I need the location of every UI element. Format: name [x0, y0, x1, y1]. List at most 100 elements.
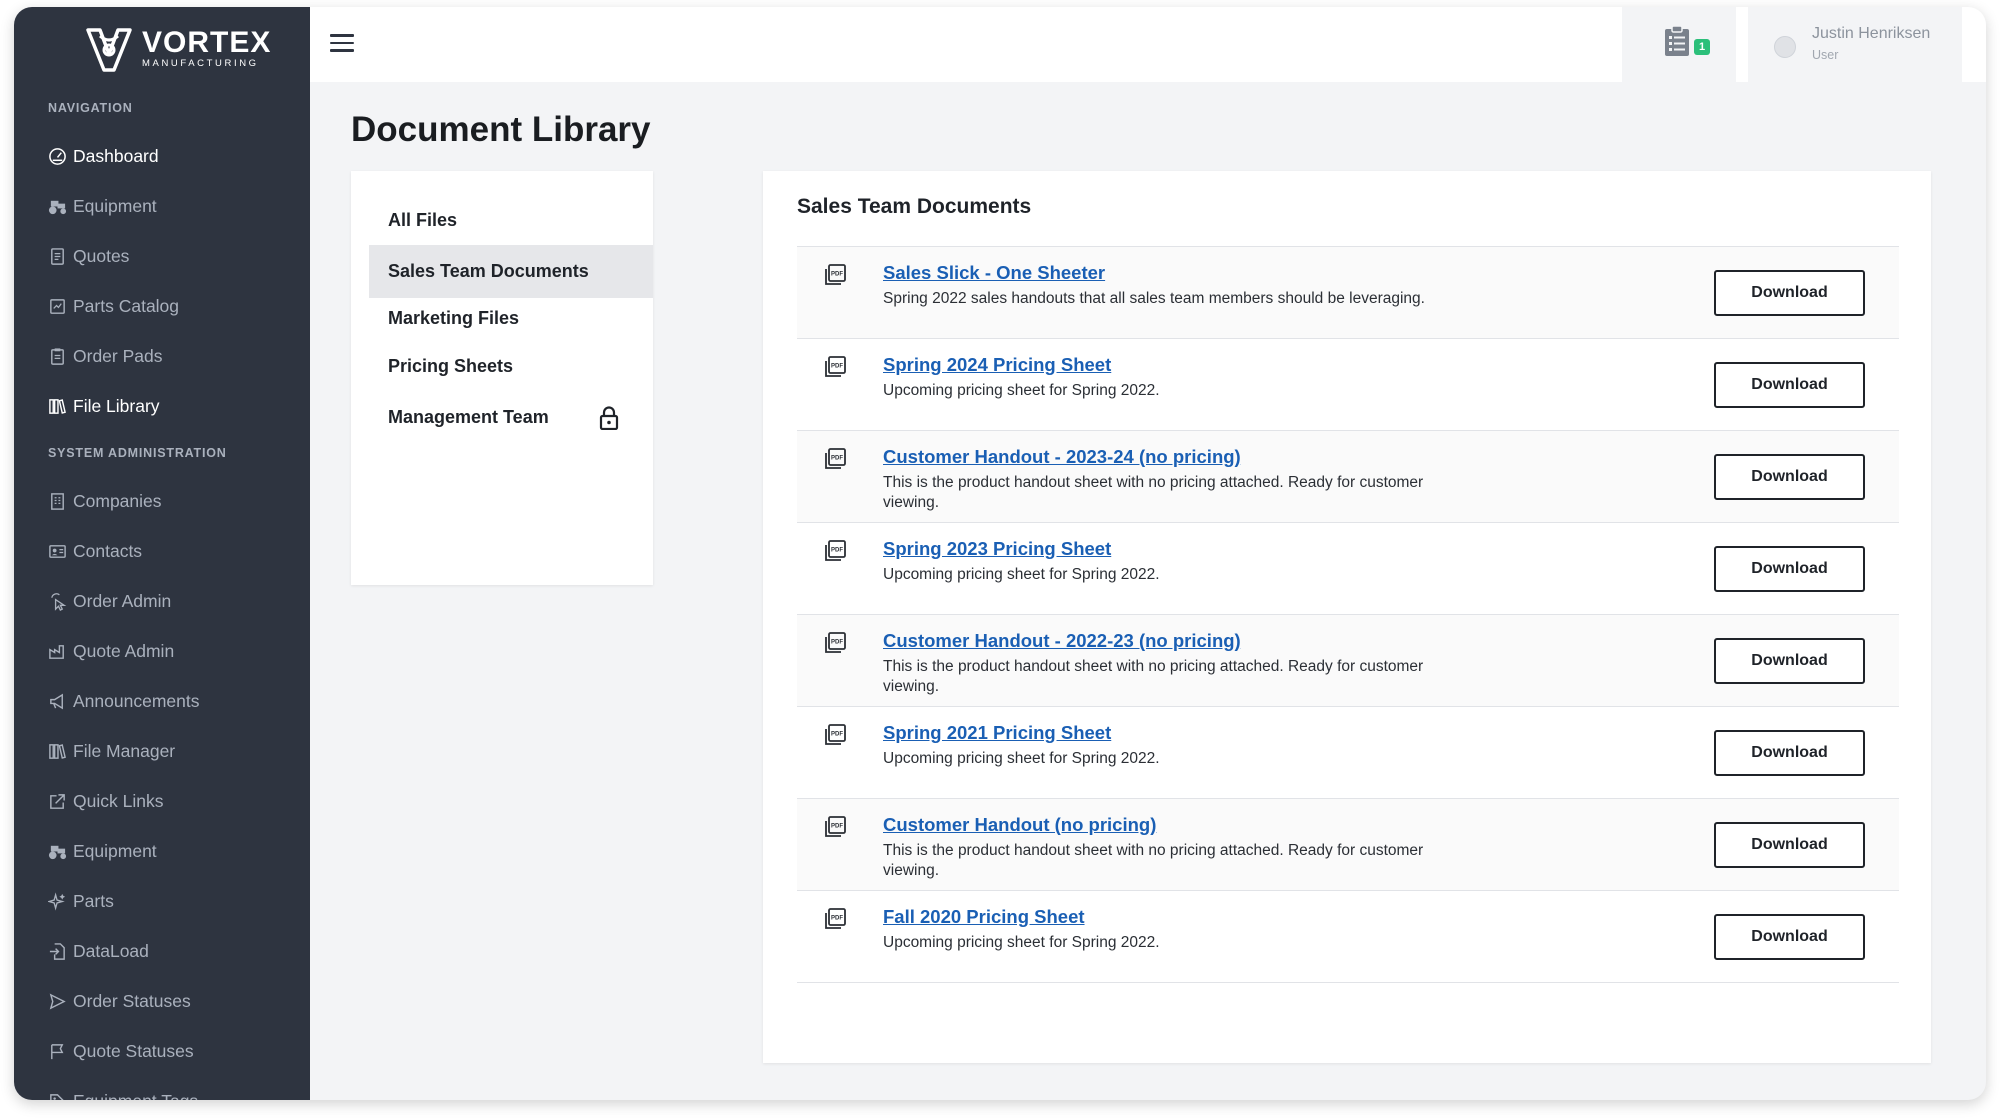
folder-sales-team-documents[interactable]: Sales Team Documents [369, 245, 653, 298]
pdf-file-icon: PDF [825, 632, 846, 653]
books-icon [49, 398, 66, 414]
nav-item-label: Contacts [73, 540, 143, 561]
folder-pricing-sheets[interactable]: Pricing Sheets [369, 340, 653, 393]
nav-item-announcements[interactable]: Announcements [48, 686, 199, 716]
document-link[interactable]: Customer Handout - 2023-24 (no pricing) [883, 446, 1241, 468]
svg-text:PDF: PDF [831, 548, 843, 554]
nav-item-file-library[interactable]: File Library [48, 391, 160, 421]
nav-item-label: Equipment [73, 840, 157, 861]
brand-logo[interactable]: VORTEX MANUFACTURING [84, 21, 271, 77]
nav-item-quote-admin[interactable]: Quote Admin [48, 636, 174, 666]
building-icon [51, 492, 64, 510]
tractor-icon [48, 845, 67, 859]
nav-item-label: Announcements [73, 690, 200, 711]
nav-item-label: File Library [73, 395, 160, 416]
nav-item-parts[interactable]: Parts [48, 886, 114, 916]
document-row: PDF Customer Handout (no pricing) This is … [797, 799, 1899, 891]
pdf-file-icon: PDF [825, 356, 846, 377]
nav-item-equipment-tags[interactable]: Equipment Tags [48, 1086, 198, 1100]
nav-item-companies[interactable]: Companies [48, 486, 162, 516]
folder-marketing-files[interactable]: Marketing Files [369, 292, 653, 345]
nav-item-label: Quote Statuses [73, 1040, 194, 1061]
folder-label: All Files [388, 210, 458, 230]
document-link[interactable]: Customer Handout (no pricing) [883, 814, 1156, 836]
nav-item-dataload[interactable]: DataLoad [48, 936, 149, 966]
document-link[interactable]: Customer Handout - 2022-23 (no pricing) [883, 630, 1241, 652]
download-button[interactable]: Download [1714, 914, 1865, 960]
sparkle-icon [48, 891, 66, 911]
navigation-section-label: NAVIGATION [48, 101, 133, 115]
nav-item-label: File Manager [73, 740, 176, 761]
document-row: PDF Spring 2023 Pricing Sheet Upcoming pri… [797, 523, 1899, 615]
avatar [1774, 36, 1796, 58]
folder-management-team[interactable]: Management Team [369, 391, 653, 444]
folder-label: Marketing Files [388, 308, 520, 328]
download-button[interactable]: Download [1714, 546, 1865, 592]
document-description: Upcoming pricing sheet for Spring 2022. [883, 750, 1160, 767]
nav-item-order-pads[interactable]: Order Pads [48, 341, 162, 371]
documents-panel: Sales Team Documents PDF Sales Slick - On… [763, 171, 1931, 1063]
page-title: Document Library [351, 110, 651, 149]
contact-card-icon [49, 544, 66, 558]
folder-all-files[interactable]: All Files [369, 194, 653, 247]
factory-icon [49, 644, 64, 659]
folder-label: Pricing Sheets [388, 356, 514, 376]
folder-label: Management Team [388, 407, 549, 427]
pdf-file-icon: PDF [825, 816, 846, 837]
svg-text:PDF: PDF [831, 640, 843, 646]
lock-icon [599, 406, 619, 430]
flag-icon [51, 1043, 64, 1059]
nav-item-quote-statuses[interactable]: Quote Statuses [48, 1036, 194, 1066]
user-menu[interactable]: Justin Henriksen User [1748, 7, 1962, 82]
nav-item-dashboard[interactable]: Dashboard [48, 141, 159, 171]
brand-tagline: MANUFACTURING [142, 58, 259, 69]
document-row: PDF Customer Handout - 2023-24 (no pricin… [797, 431, 1899, 523]
nav-item-quick-links[interactable]: Quick Links [48, 786, 163, 816]
document-description: Spring 2022 sales handouts that all sale… [883, 290, 1425, 307]
vortex-logo-icon [86, 28, 132, 72]
notification-badge: 1 [1694, 39, 1710, 55]
download-button[interactable]: Download [1714, 454, 1865, 500]
document-row: PDF Sales Slick - One Sheeter Spring 2022 … [797, 247, 1899, 339]
folder-panel: All Files Sales Team Documents Marketing… [351, 171, 653, 585]
document-link[interactable]: Spring 2024 Pricing Sheet [883, 354, 1111, 376]
document-link[interactable]: Spring 2023 Pricing Sheet [883, 538, 1111, 560]
catalog-icon [50, 298, 65, 314]
download-button[interactable]: Download [1714, 270, 1865, 316]
notifications-button[interactable]: 1 [1622, 7, 1736, 82]
document-description: Upcoming pricing sheet for Spring 2022. [883, 934, 1160, 951]
download-button[interactable]: Download [1714, 362, 1865, 408]
download-button[interactable]: Download [1714, 730, 1865, 776]
user-role: User [1812, 48, 1839, 62]
download-button[interactable]: Download [1714, 638, 1865, 684]
system-administration-section-label: SYSTEM ADMINISTRATION [48, 446, 227, 460]
hamburger-menu-icon[interactable] [330, 34, 354, 54]
document-link[interactable]: Fall 2020 Pricing Sheet [883, 906, 1085, 928]
user-name: Justin Henriksen [1812, 25, 1931, 42]
nav-item-label: Equipment Tags [73, 1091, 198, 1101]
nav-item-file-manager[interactable]: File Manager [48, 736, 175, 766]
nav-item-order-admin[interactable]: Order Admin [48, 586, 171, 616]
svg-text:PDF: PDF [831, 364, 843, 370]
external-link-icon [50, 793, 65, 809]
download-button[interactable]: Download [1714, 822, 1865, 868]
nav-item-order-statuses[interactable]: Order Statuses [48, 986, 191, 1016]
svg-text:PDF: PDF [831, 272, 843, 278]
pdf-file-icon: PDF [825, 448, 846, 469]
nav-item-label: Order Statuses [73, 990, 191, 1011]
document-link[interactable]: Spring 2021 Pricing Sheet [883, 722, 1111, 744]
documents-section-title: Sales Team Documents [797, 195, 1032, 218]
document-link[interactable]: Sales Slick - One Sheeter [883, 262, 1105, 284]
pointer-icon [51, 592, 67, 611]
pdf-file-icon: PDF [825, 908, 846, 929]
nav-item-quotes[interactable]: Quotes [48, 241, 129, 271]
svg-text:PDF: PDF [831, 732, 843, 738]
tag-icon [50, 1093, 65, 1100]
nav-item-equipment-admin[interactable]: Equipment [48, 836, 157, 866]
megaphone-icon [50, 693, 63, 709]
nav-item-contacts[interactable]: Contacts [48, 536, 142, 566]
nav-item-equipment[interactable]: Equipment [48, 191, 157, 221]
document-description: This is the product handout sheet with n… [883, 474, 1424, 511]
nav-item-parts-catalog[interactable]: Parts Catalog [48, 291, 179, 321]
document-icon [51, 247, 64, 265]
